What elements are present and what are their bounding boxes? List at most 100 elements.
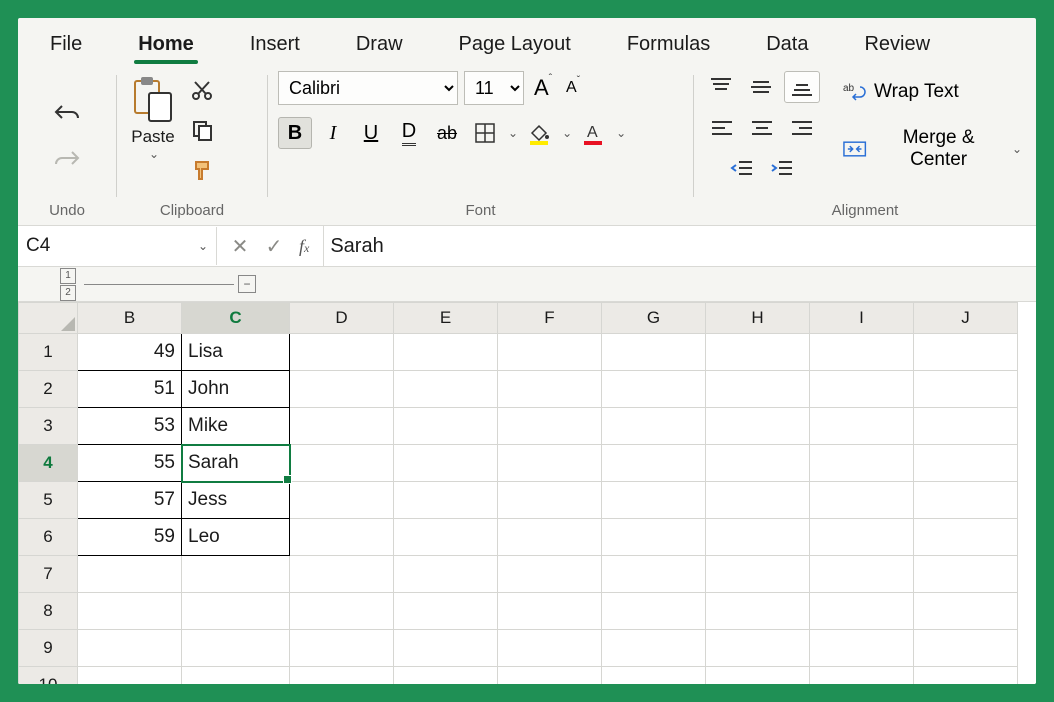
cell-E5[interactable] <box>394 482 498 519</box>
decrease-indent-button[interactable] <box>725 153 759 183</box>
undo-button[interactable] <box>48 97 86 129</box>
wrap-text-button[interactable]: ab Wrap Text <box>838 77 963 107</box>
tab-insert[interactable]: Insert <box>222 23 328 64</box>
cell-I4[interactable] <box>810 445 914 482</box>
redo-button[interactable] <box>48 143 86 175</box>
cell-H10[interactable] <box>706 667 810 685</box>
cell-B7[interactable] <box>78 556 182 593</box>
cell-G7[interactable] <box>602 556 706 593</box>
cell-C4[interactable]: Sarah <box>182 445 290 482</box>
decrease-font-button[interactable]: Aˇ <box>562 75 584 101</box>
cell-F4[interactable] <box>498 445 602 482</box>
cell-G10[interactable] <box>602 667 706 685</box>
cell-C10[interactable] <box>182 667 290 685</box>
row-header-2[interactable]: 2 <box>19 371 78 408</box>
cell-C8[interactable] <box>182 593 290 630</box>
cell-G4[interactable] <box>602 445 706 482</box>
font-color-button[interactable]: A <box>576 117 610 149</box>
cell-H5[interactable] <box>706 482 810 519</box>
cell-G6[interactable] <box>602 519 706 556</box>
cell-I5[interactable] <box>810 482 914 519</box>
tab-file[interactable]: File <box>22 23 110 64</box>
fill-color-button[interactable] <box>522 117 556 149</box>
cell-B3[interactable]: 53 <box>78 408 182 445</box>
select-all-corner[interactable] <box>19 303 78 334</box>
cell-J1[interactable] <box>914 334 1018 371</box>
cell-F3[interactable] <box>498 408 602 445</box>
cancel-formula-button[interactable]: ✕ <box>223 227 257 265</box>
formula-input[interactable]: Sarah <box>324 235 1036 258</box>
cell-F6[interactable] <box>498 519 602 556</box>
row-header-9[interactable]: 9 <box>19 630 78 667</box>
cell-B1[interactable]: 49 <box>78 334 182 371</box>
increase-font-button[interactable]: Aˆ <box>530 71 556 105</box>
cell-J2[interactable] <box>914 371 1018 408</box>
cell-C9[interactable] <box>182 630 290 667</box>
cell-F1[interactable] <box>498 334 602 371</box>
tab-review[interactable]: Review <box>836 23 958 64</box>
borders-button[interactable] <box>468 117 502 149</box>
cell-C3[interactable]: Mike <box>182 408 290 445</box>
cell-I2[interactable] <box>810 371 914 408</box>
strikethrough-button[interactable]: ab <box>430 117 464 149</box>
cell-I1[interactable] <box>810 334 914 371</box>
col-header-E[interactable]: E <box>394 303 498 334</box>
spreadsheet-grid[interactable]: B C D E F G H I J 149Lisa251John353Mike4… <box>18 302 1036 684</box>
cell-J4[interactable] <box>914 445 1018 482</box>
cell-H2[interactable] <box>706 371 810 408</box>
cell-J7[interactable] <box>914 556 1018 593</box>
cell-H1[interactable] <box>706 334 810 371</box>
outline-collapse-button[interactable]: − <box>238 275 256 293</box>
cell-G5[interactable] <box>602 482 706 519</box>
col-header-J[interactable]: J <box>914 303 1018 334</box>
col-header-H[interactable]: H <box>706 303 810 334</box>
cell-I10[interactable] <box>810 667 914 685</box>
cell-I3[interactable] <box>810 408 914 445</box>
cell-F5[interactable] <box>498 482 602 519</box>
cell-J9[interactable] <box>914 630 1018 667</box>
cell-D6[interactable] <box>290 519 394 556</box>
cell-D4[interactable] <box>290 445 394 482</box>
cell-E8[interactable] <box>394 593 498 630</box>
row-header-3[interactable]: 3 <box>19 408 78 445</box>
enter-formula-button[interactable]: ✓ <box>257 227 291 265</box>
cell-C6[interactable]: Leo <box>182 519 290 556</box>
cell-B6[interactable]: 59 <box>78 519 182 556</box>
cell-D7[interactable] <box>290 556 394 593</box>
cell-D5[interactable] <box>290 482 394 519</box>
cell-E6[interactable] <box>394 519 498 556</box>
cell-D2[interactable] <box>290 371 394 408</box>
col-header-I[interactable]: I <box>810 303 914 334</box>
cell-B8[interactable] <box>78 593 182 630</box>
col-header-G[interactable]: G <box>602 303 706 334</box>
col-header-C[interactable]: C <box>182 303 290 334</box>
chevron-down-icon[interactable]: ⌄ <box>562 126 572 140</box>
cell-E4[interactable] <box>394 445 498 482</box>
cell-I6[interactable] <box>810 519 914 556</box>
cell-B10[interactable] <box>78 667 182 685</box>
align-middle-button[interactable] <box>744 72 778 102</box>
chevron-down-icon[interactable]: ⌄ <box>508 126 518 140</box>
cell-J10[interactable] <box>914 667 1018 685</box>
cell-C5[interactable]: Jess <box>182 482 290 519</box>
row-header-6[interactable]: 6 <box>19 519 78 556</box>
font-name-select[interactable]: Calibri <box>278 71 458 105</box>
align-left-button[interactable] <box>705 113 739 143</box>
font-size-select[interactable]: 11 <box>464 71 524 105</box>
row-header-4[interactable]: 4 <box>19 445 78 482</box>
cell-H4[interactable] <box>706 445 810 482</box>
align-bottom-button[interactable] <box>784 71 820 103</box>
cell-F7[interactable] <box>498 556 602 593</box>
cell-F9[interactable] <box>498 630 602 667</box>
paste-button[interactable] <box>127 71 179 127</box>
cell-E7[interactable] <box>394 556 498 593</box>
copy-button[interactable] <box>187 115 217 145</box>
cell-H8[interactable] <box>706 593 810 630</box>
cell-G3[interactable] <box>602 408 706 445</box>
row-header-10[interactable]: 10 <box>19 667 78 685</box>
cell-G9[interactable] <box>602 630 706 667</box>
row-header-7[interactable]: 7 <box>19 556 78 593</box>
cell-E9[interactable] <box>394 630 498 667</box>
outline-level-2[interactable]: 2 <box>60 285 76 301</box>
cell-H6[interactable] <box>706 519 810 556</box>
